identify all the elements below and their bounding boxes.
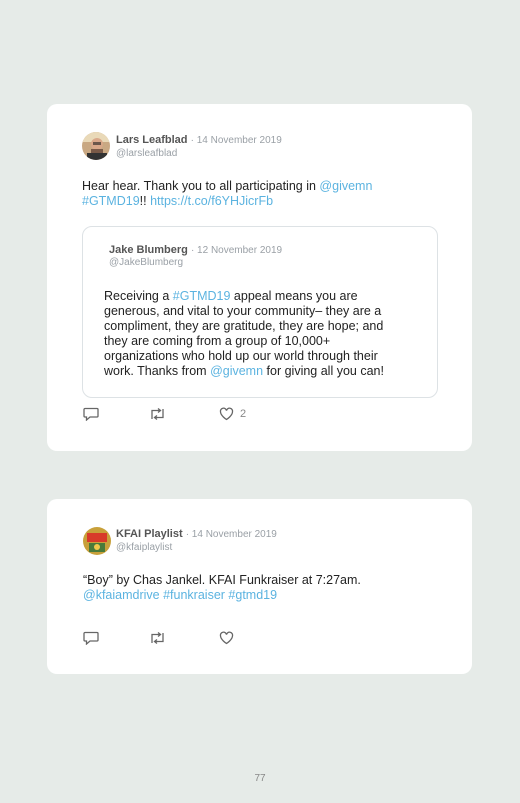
url-link[interactable]: https://t.co/f6YHJicrFb [150,194,273,208]
text-line: generous, and vital to your community– t… [104,304,424,319]
text-segment: appeal means you are [230,289,358,303]
hashtag-link[interactable]: #GTMD19 [82,194,140,208]
heart-icon [219,631,234,645]
text-segment: Receiving a [104,289,173,303]
text-line: #GTMD19!! https://t.co/f6YHJicrFb [82,194,442,209]
author-handle[interactable]: @larsleafblad [116,148,177,159]
retweet-icon [151,631,164,645]
page-number: 77 [254,773,266,784]
avatar[interactable] [83,527,111,555]
text-segment: they are coming from a group of 10,000+ [104,334,331,348]
author-name[interactable]: KFAI Playlist [116,528,183,540]
retweet-button[interactable] [149,631,166,645]
text-line: Receiving a #GTMD19 appeal means you are [104,289,424,304]
text-segment: Hear hear. Thank you to all participatin… [82,179,320,193]
reply-icon [83,407,99,421]
text-line: @kfaiamdrive #funkraiser #gtmd19 [83,588,443,603]
tweet-text: Hear hear. Thank you to all participatin… [82,179,442,209]
reply-icon [83,631,99,645]
hashtag-link[interactable]: #funkraiser [163,588,225,602]
quoted-author-name[interactable]: Jake Blumberg [109,244,188,256]
avatar-photo-icon [82,132,110,160]
tweet-date[interactable]: · 14 November 2019 [191,135,282,146]
avatar-logo-icon [83,527,111,555]
reply-button[interactable] [83,407,99,421]
text-line: they are coming from a group of 10,000+ [104,334,424,349]
tweet-card: KFAI Playlist · 14 November 2019 @kfaipl… [47,499,472,674]
retweet-button[interactable] [149,407,166,421]
text-line: “Boy” by Chas Jankel. KFAI Funkraiser at… [83,573,443,588]
hashtag-link[interactable]: #gtmd19 [228,588,277,602]
text-line: work. Thanks from @givemn for giving all… [104,364,424,379]
text-segment: organizations who hold up our world thro… [104,349,378,363]
text-line: compliment, they are gratitude, they are… [104,319,424,334]
tweet-text: “Boy” by Chas Jankel. KFAI Funkraiser at… [83,573,443,603]
author-handle[interactable]: @kfaiplaylist [116,542,172,553]
author-line: KFAI Playlist · 14 November 2019 [116,528,277,540]
author-name[interactable]: Lars Leafblad [116,134,188,146]
text-line: organizations who hold up our world thro… [104,349,424,364]
heart-icon [219,407,234,421]
text-line: Hear hear. Thank you to all participatin… [82,179,442,194]
text-segment: work. Thanks from [104,364,211,378]
author-line: Lars Leafblad · 14 November 2019 [116,134,282,146]
hashtag-link[interactable]: #GTMD19 [173,289,231,303]
tweet-date[interactable]: · 14 November 2019 [186,529,277,540]
mention-link[interactable]: @givemn [319,179,372,193]
text-segment: generous, and vital to your community– t… [104,304,382,318]
quoted-tweet[interactable]: Jake Blumberg · 12 November 2019 @JakeBl… [82,226,438,398]
text-segment: “Boy” by Chas Jankel. KFAI Funkraiser at… [83,573,361,587]
quoted-author-handle[interactable]: @JakeBlumberg [109,257,183,268]
reply-button[interactable] [83,631,99,645]
text-segment: !! [139,194,151,208]
text-segment: for giving all you can! [263,364,384,378]
like-button[interactable]: 2 [219,407,246,421]
retweet-icon [151,407,164,421]
text-segment: compliment, they are gratitude, they are… [104,319,384,333]
quoted-tweet-date[interactable]: · 12 November 2019 [191,245,282,256]
quoted-author-line: Jake Blumberg · 12 November 2019 [109,244,282,256]
mention-link[interactable]: @givemn [210,364,263,378]
like-count: 2 [240,408,247,420]
mention-link[interactable]: @kfaiamdrive [83,588,160,602]
like-button[interactable] [219,631,234,645]
avatar[interactable] [82,132,110,160]
tweet-card: Lars Leafblad · 14 November 2019 @larsle… [47,104,472,451]
quoted-tweet-text: Receiving a #GTMD19 appeal means you are… [104,289,424,379]
